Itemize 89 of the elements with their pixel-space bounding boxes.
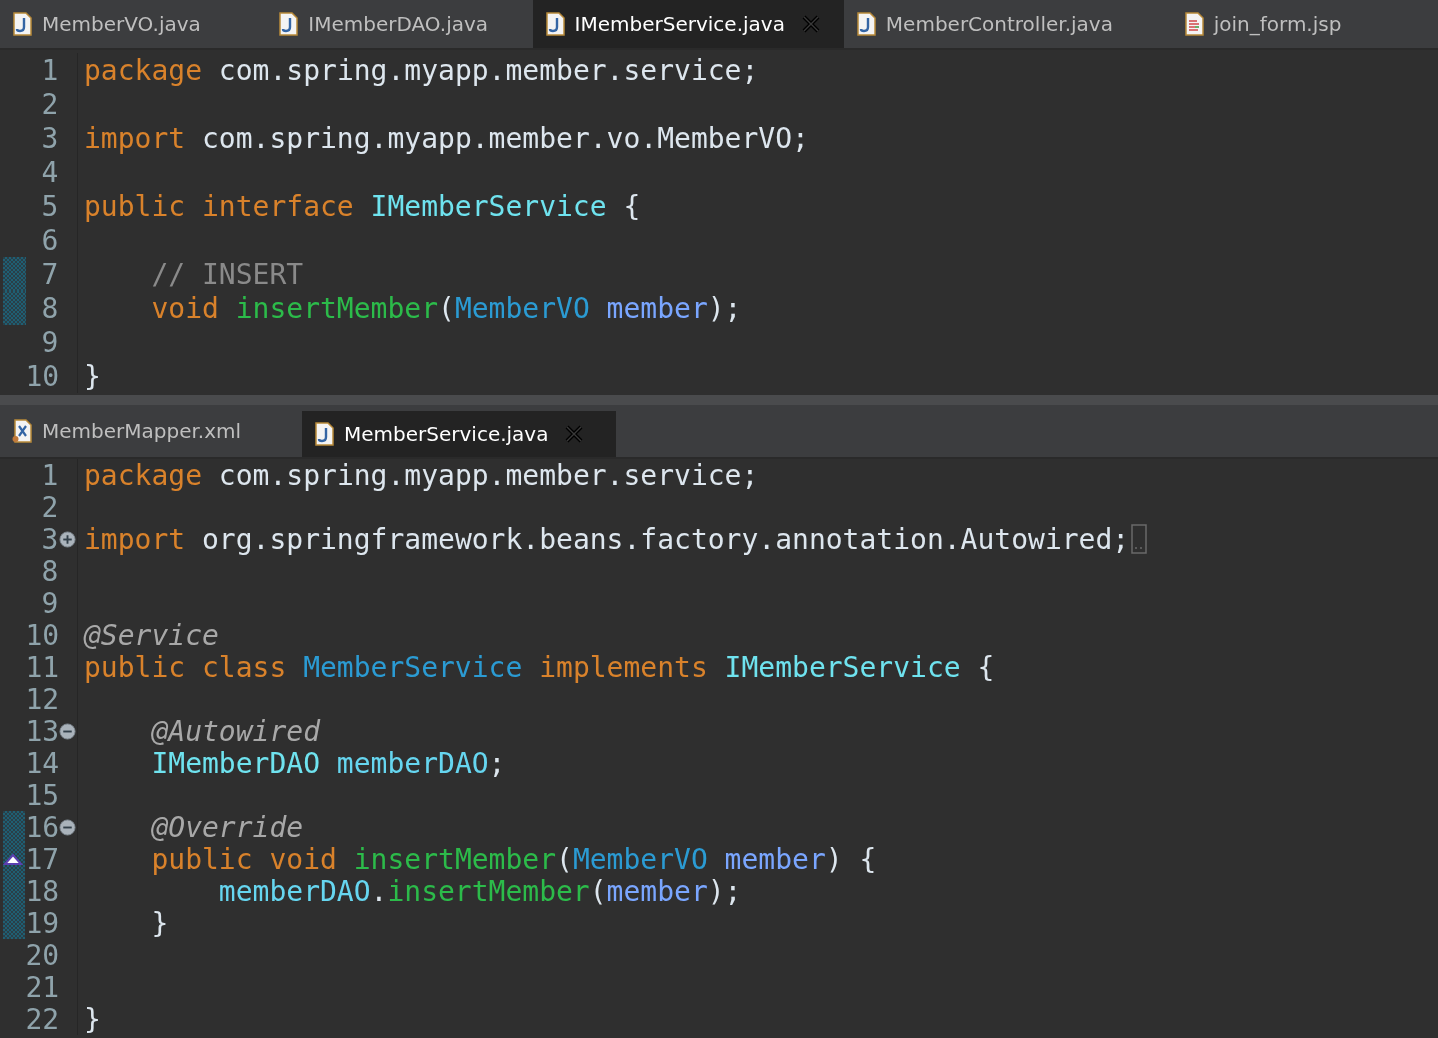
code-text: ( — [589, 874, 607, 908]
line-number: 8 — [40, 554, 59, 588]
line-number: 10 — [25, 618, 59, 652]
code-text: { — [622, 189, 641, 223]
code-keyword: import — [84, 121, 186, 155]
code-text: org.springframework.beans.factory.annotation.Autowired; — [201, 522, 1130, 556]
code-type: IMemberDAO — [150, 746, 320, 780]
line-number: 19 — [25, 906, 59, 940]
code-method: insertMember — [352, 842, 557, 876]
code-type: MemberService — [302, 650, 523, 684]
code-keyword: public void — [150, 842, 337, 876]
code-text: } — [84, 1002, 101, 1036]
line-number: 2 — [40, 87, 59, 121]
code-text: ( — [438, 291, 455, 325]
line-number: 6 — [40, 223, 59, 257]
code-text: ; — [488, 746, 506, 780]
collapse-icon[interactable] — [59, 722, 77, 740]
line-number: 5 — [40, 189, 59, 223]
code-keyword: import — [84, 522, 186, 556]
editor-tab[interactable]: IMemberDAO.java — [266, 0, 533, 48]
code-text: ) { — [825, 842, 877, 876]
xml-file-icon — [12, 419, 32, 443]
code-text: . — [370, 874, 388, 908]
code-annotation: @Service — [84, 618, 219, 652]
line-number: 15 — [25, 778, 59, 812]
code-keyword: void — [150, 291, 219, 325]
editor-tab[interactable]: join_form.jsp — [1171, 0, 1438, 48]
editor-tab[interactable]: MemberVO.java — [0, 0, 267, 48]
line-number: 22 — [25, 1002, 59, 1036]
editor-tab[interactable]: MemberController.java — [843, 0, 1172, 48]
code-text: com.spring.myapp.member.service; — [217, 458, 759, 492]
code-keyword: public interface — [84, 189, 354, 223]
java-file-icon — [12, 12, 32, 36]
line-number: 4 — [40, 155, 59, 189]
code-type: IMemberService — [369, 189, 607, 223]
line-number: 17 — [25, 842, 59, 876]
java-file-icon — [314, 422, 334, 446]
code-type: IMemberService — [723, 650, 961, 684]
line-number: 8 — [40, 291, 59, 325]
code-text: com.spring.myapp.member.service; — [217, 53, 759, 87]
line-number: 1 — [40, 458, 59, 492]
code-method: insertMember — [234, 291, 438, 325]
line-number: 9 — [40, 325, 59, 359]
line-number: 3 — [40, 522, 59, 556]
line-number: 20 — [25, 938, 59, 972]
java-file-icon — [544, 12, 565, 36]
code-annotation: @Override — [150, 810, 304, 844]
line-number: 14 — [25, 746, 59, 780]
editor-tab[interactable]: IMemberService.java — [532, 0, 844, 48]
code-method: insertMember — [387, 874, 590, 908]
code-field: memberDAO — [84, 874, 371, 908]
code-annotation: @Autowired — [150, 714, 320, 748]
code-text: ); — [707, 874, 742, 908]
editor-tab[interactable]: MemberService.java — [302, 411, 616, 457]
code-text: { — [976, 650, 995, 684]
expand-icon[interactable] — [59, 530, 77, 548]
code-keyword: package — [84, 53, 202, 87]
line-number: 1 — [40, 53, 59, 87]
code-comment: // INSERT — [150, 257, 304, 291]
line-number: 11 — [25, 650, 59, 684]
java-file-icon — [278, 12, 299, 36]
line-number: 3 — [40, 121, 59, 155]
code-keyword: implements — [538, 650, 708, 684]
code-text: } — [150, 906, 169, 940]
code-keyword: public class — [84, 650, 287, 684]
code-text: com.spring.myapp.member.vo.MemberVO; — [201, 121, 809, 155]
line-number: 13 — [25, 714, 59, 748]
line-number: 12 — [25, 682, 59, 716]
jsp-file-icon — [1183, 12, 1204, 36]
code-text: ); — [707, 291, 742, 325]
code-parameter: member — [605, 291, 708, 325]
code-parameter: member — [723, 842, 826, 876]
code-keyword: package — [84, 458, 202, 492]
code-text: } — [84, 359, 101, 393]
code-type: MemberVO — [454, 291, 590, 325]
line-number: 2 — [40, 490, 59, 524]
code-type: MemberVO — [572, 842, 708, 876]
line-number: 18 — [25, 874, 59, 908]
code-field: memberDAO — [320, 746, 489, 780]
line-number: 9 — [40, 586, 59, 620]
line-number: 16 — [25, 810, 59, 844]
line-number: 10 — [25, 359, 59, 393]
java-file-icon — [855, 12, 876, 36]
editor-tab[interactable]: MemberMapper.xml — [0, 405, 302, 457]
line-number: 21 — [25, 970, 59, 1004]
code-text: ( — [556, 842, 573, 876]
line-number: 7 — [40, 257, 59, 291]
collapse-icon[interactable] — [59, 818, 77, 836]
code-parameter: member — [606, 874, 708, 908]
